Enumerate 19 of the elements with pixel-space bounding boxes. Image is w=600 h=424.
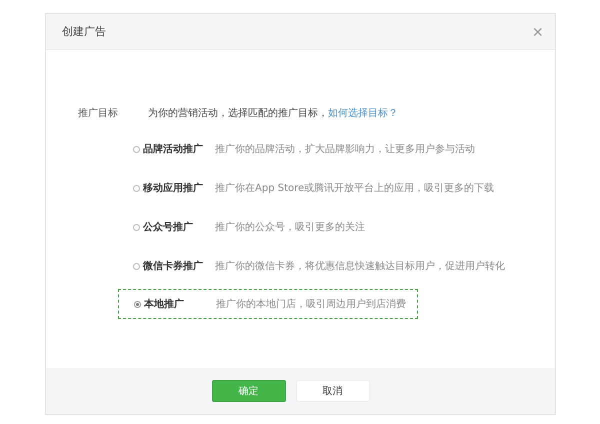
radio-button[interactable] — [133, 224, 140, 230]
option-name[interactable]: 移动应用推广 — [143, 181, 215, 195]
cancel-button[interactable]: 取消 — [296, 380, 370, 402]
intro-text: 为你的营销活动，选择匹配的推广目标，如何选择目标？ — [148, 106, 398, 120]
option-description: 推广你的微信卡券，将优惠信息快速触达目标用户，促进用户转化 — [215, 260, 505, 273]
radio-button[interactable] — [133, 262, 140, 270]
dialog-title: 创建广告 — [62, 24, 106, 39]
option-description: 推广你的品牌活动，扩大品牌影响力，让更多用户参与活动 — [215, 142, 475, 156]
radio-button[interactable] — [134, 300, 141, 308]
option-description: 推广你的本地门店，吸引周边用户到店消费 — [216, 298, 406, 311]
radio-button[interactable] — [133, 146, 140, 152]
option-description: 推广你在App Store或腾讯开放平台上的应用，吸引更多的下载 — [215, 182, 494, 195]
option-name[interactable]: 本地推广 — [144, 297, 216, 311]
option-name[interactable]: 品牌活动推广 — [143, 142, 215, 156]
radio-button[interactable] — [133, 184, 140, 192]
option-name[interactable]: 微信卡券推广 — [143, 259, 215, 273]
field-label: 推广目标 — [78, 106, 119, 120]
option-description: 推广你的公众号，吸引更多的关注 — [215, 220, 365, 234]
option-name[interactable]: 公众号推广 — [143, 220, 215, 234]
